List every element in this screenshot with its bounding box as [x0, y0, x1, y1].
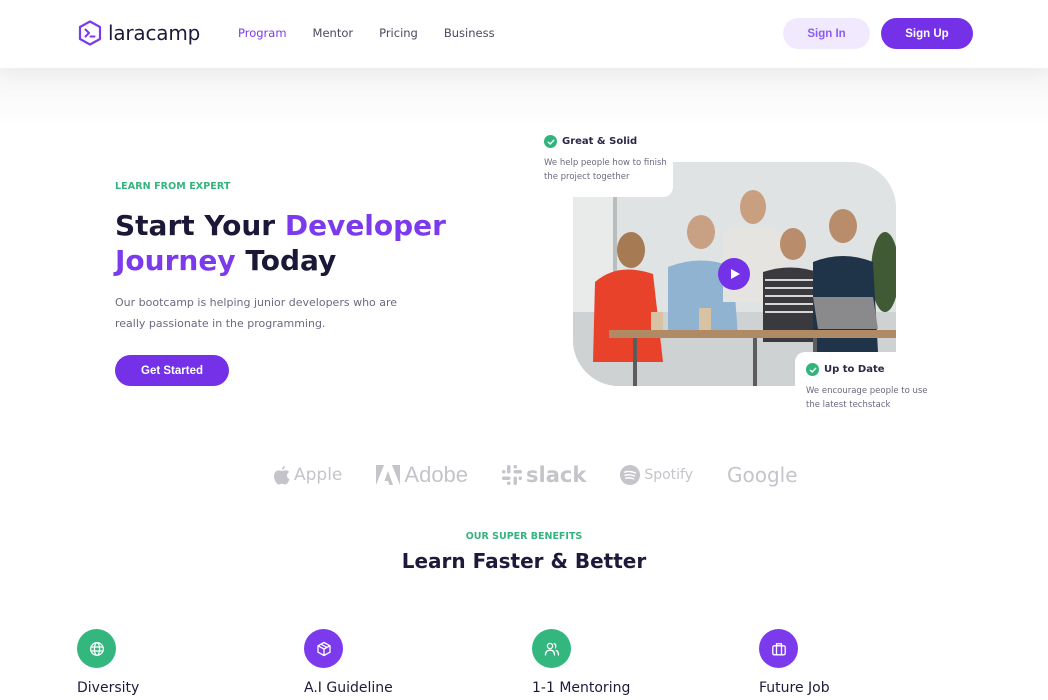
card-text: We help people how to finish the project…	[544, 158, 667, 182]
benefit-ai-guideline: A.I Guideline	[304, 629, 393, 696]
benefit-label: Diversity	[77, 680, 140, 696]
adobe-icon	[376, 465, 401, 485]
brand-name: Spotify	[644, 467, 694, 483]
apple-icon	[274, 465, 290, 484]
main-nav: Program Mentor Pricing Business	[238, 26, 521, 40]
terminal-hexagon-icon	[78, 20, 102, 46]
brand-name: slack	[526, 463, 587, 487]
spotify-icon	[620, 465, 641, 485]
benefits-eyebrow: OUR SUPER BENEFITS	[465, 531, 583, 542]
play-video-button[interactable]	[718, 258, 750, 290]
hero-title-part1: Start Your	[115, 209, 285, 242]
feature-card-great-solid: Great & Solid We help people how to fini…	[530, 125, 673, 197]
logo-slack: slack	[502, 463, 586, 487]
brand-logo[interactable]: laracamp	[78, 20, 200, 46]
navbar: laracamp Program Mentor Pricing Business…	[0, 0, 1048, 68]
logo-adobe: Adobe	[376, 462, 468, 488]
brand-name: Google	[727, 463, 798, 487]
logo-spotify: Spotify	[620, 465, 693, 485]
check-circle-icon	[806, 363, 819, 376]
get-started-button[interactable]: Get Started	[115, 355, 229, 386]
cube-icon	[316, 641, 331, 656]
card-text: We encourage people to use the latest te…	[806, 386, 928, 410]
hero-title-part2: Today	[235, 244, 337, 277]
benefit-future-job: Future Job	[759, 629, 830, 696]
slack-icon	[502, 465, 523, 485]
logo-google: Google	[727, 463, 798, 487]
hero-title: Start Your Developer Journey Today	[115, 208, 475, 278]
hero-title-accent1: Developer	[284, 209, 446, 242]
play-icon	[731, 269, 740, 279]
hero-title-accent2: Journey	[115, 244, 236, 277]
check-circle-icon	[544, 135, 557, 148]
partner-logos: Apple Adobe slack Spotify Google	[274, 462, 798, 488]
benefit-label: A.I Guideline	[304, 680, 393, 696]
nav-link-pricing[interactable]: Pricing	[379, 26, 418, 40]
benefit-label: Future Job	[759, 680, 830, 696]
hero-description: Our bootcamp is helping junior developer…	[115, 296, 398, 330]
header-shadow-fade	[0, 68, 1048, 128]
benefit-diversity: Diversity	[77, 629, 139, 696]
benefit-label: 1-1 Mentoring	[532, 680, 631, 696]
brand-name: Adobe	[404, 462, 469, 487]
hero-eyebrow: LEARN FROM EXPERT	[115, 181, 231, 192]
nav-link-mentor[interactable]: Mentor	[313, 26, 354, 40]
feature-card-up-to-date: Up to Date We encourage people to use th…	[795, 352, 940, 422]
nav-link-business[interactable]: Business	[444, 26, 495, 40]
users-icon	[544, 642, 559, 656]
globe-icon	[89, 641, 104, 656]
card-title: Great & Solid	[562, 136, 638, 147]
nav-link-program[interactable]: Program	[238, 26, 287, 40]
benefit-mentoring: 1-1 Mentoring	[532, 629, 630, 696]
brand-name: Apple	[294, 465, 343, 485]
briefcase-icon	[771, 642, 786, 655]
card-title: Up to Date	[824, 364, 885, 375]
sign-in-button[interactable]: Sign In	[783, 18, 870, 49]
logo-apple: Apple	[274, 465, 342, 485]
brand-name: laracamp	[108, 21, 201, 45]
benefits-title: Learn Faster & Better	[401, 549, 647, 573]
sign-up-button[interactable]: Sign Up	[881, 18, 973, 49]
